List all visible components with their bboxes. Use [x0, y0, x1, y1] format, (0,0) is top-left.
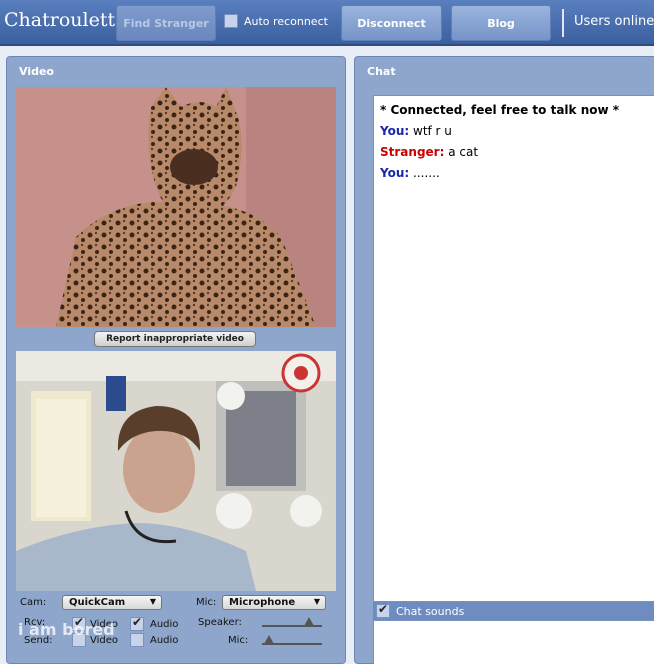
find-stranger-button[interactable]: Find Stranger [116, 5, 216, 41]
you-sender-label: You: [380, 166, 410, 180]
cam-select-value: QuickCam [69, 597, 126, 608]
chat-sounds-checkbox[interactable] [376, 602, 390, 618]
mic-select[interactable]: Microphone ▼ [222, 595, 326, 610]
blog-button[interactable]: Blog [451, 5, 551, 41]
report-video-button[interactable]: Report inappropriate video [94, 331, 256, 347]
auto-reconnect-label: Auto reconnect [244, 14, 328, 28]
chat-input[interactable] [373, 620, 654, 664]
local-video-image [16, 351, 336, 591]
message-text: a cat [444, 145, 479, 159]
chat-log: * Connected, feel free to talk now * You:… [373, 95, 654, 602]
you-sender-label: You: [380, 124, 410, 138]
chevron-down-icon: ▼ [313, 597, 320, 606]
chat-sounds-toggle[interactable]: Chat sounds [373, 602, 654, 620]
chat-message: You: wtf r u [380, 121, 654, 142]
chat-message: Stranger: a cat [380, 142, 654, 163]
mic-label: Mic: [196, 597, 217, 608]
watermark-logo: i am bored [18, 620, 115, 639]
mic-level-label: Mic: [228, 635, 249, 646]
users-online-label: Users online [574, 14, 654, 29]
speaker-label: Speaker: [198, 617, 242, 628]
message-text: ....... [409, 166, 440, 180]
chevron-down-icon: ▼ [149, 597, 156, 606]
send-audio-checkbox[interactable] [130, 633, 144, 647]
cam-select[interactable]: QuickCam ▼ [62, 595, 162, 610]
chat-message: You: ....... [380, 163, 654, 184]
cam-label: Cam: [20, 597, 47, 608]
app-logo[interactable]: Chatroulette [4, 9, 126, 31]
speaker-slider-thumb[interactable] [303, 617, 314, 626]
chat-sounds-label: Chat sounds [396, 604, 465, 618]
chat-panel: Chat * Connected, feel free to talk now … [354, 56, 654, 664]
stranger-sender-label: Stranger: [380, 145, 445, 159]
local-video-feed [16, 351, 336, 591]
send-audio-label: Audio [150, 635, 179, 646]
auto-reconnect-checkbox[interactable] [224, 14, 238, 28]
rcv-audio-checkbox[interactable] [130, 615, 144, 631]
system-message-text: * Connected, feel free to talk now * [380, 103, 620, 117]
header-divider [562, 9, 564, 37]
chat-panel-title: Chat [367, 65, 396, 78]
remote-video-image [16, 87, 336, 327]
video-panel-title: Video [19, 65, 54, 78]
top-bar: Chatroulette Find Stranger Auto reconnec… [0, 0, 654, 46]
remote-video-feed [16, 87, 336, 327]
chat-message: * Connected, feel free to talk now * [380, 100, 654, 121]
report-bar: Report inappropriate video [16, 327, 336, 351]
disconnect-button[interactable]: Disconnect [341, 5, 442, 41]
message-text: wtf r u [409, 124, 452, 138]
rcv-audio-label: Audio [150, 619, 179, 630]
mic-level-slider-thumb[interactable] [264, 635, 275, 644]
video-panel: Video Report inappropriate video Cam: Qu… [6, 56, 346, 664]
mic-select-value: Microphone [229, 597, 296, 608]
auto-reconnect-toggle[interactable]: Auto reconnect [224, 14, 328, 28]
